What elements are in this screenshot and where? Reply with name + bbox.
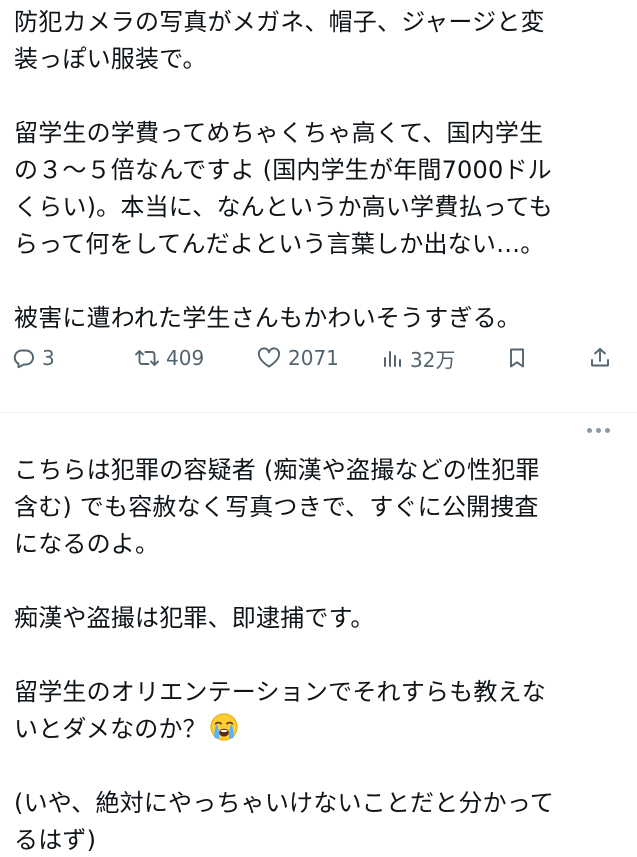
reply-count: 3 bbox=[42, 346, 55, 370]
views-count: 32万 bbox=[410, 347, 456, 372]
tweet-1-blank-line bbox=[14, 78, 624, 115]
like-count: 2071 bbox=[288, 346, 339, 370]
tweet-2-line: 含む) でも容赦なく写真つきで、すぐに公開捜査 bbox=[14, 493, 539, 521]
share-icon bbox=[591, 348, 609, 367]
like-button[interactable]: 2071 bbox=[256, 336, 339, 380]
reply-button[interactable]: 3 bbox=[12, 336, 55, 380]
reply-icon bbox=[13, 349, 34, 369]
tweet-1-line: らって何をしてんだよという言葉しか出ない…。 bbox=[14, 230, 545, 258]
tweet-2-line: 留学生のオリエンテーションでそれすらも教えな bbox=[14, 678, 546, 706]
tweet-1-line: くらい)。本当に、なんというか高い学費払っても bbox=[14, 193, 553, 221]
tweet-action-bar: 3 409 2071 32万 bbox=[12, 336, 622, 380]
tweet-2-header-faded bbox=[14, 420, 434, 442]
like-icon bbox=[257, 347, 281, 368]
tweet-1-line: 被害に遭われた学生さんもかわいそうすぎる。 bbox=[14, 304, 521, 332]
retweet-icon bbox=[135, 350, 159, 366]
tweet-2-line-with-emoji: いとダメなのか？ bbox=[14, 711, 629, 748]
tweet-1-line: 留学生の学費ってめちゃくちゃ高くて、国内学生 bbox=[14, 119, 544, 147]
tweet-2-line: るはず) bbox=[14, 826, 97, 854]
tweet-2-line: いとダメなのか？ bbox=[14, 715, 207, 743]
more-options-icon[interactable] bbox=[580, 422, 616, 438]
tweet-1-blank-line bbox=[14, 263, 624, 300]
thread-view: 防犯カメラの写真がメガネ、帽子、ジャージと変 装っぽい服装で。 留学生の学費って… bbox=[0, 0, 637, 857]
retweet-button[interactable]: 409 bbox=[134, 336, 204, 380]
bookmark-button[interactable] bbox=[506, 336, 528, 380]
tweet-2-line: 痴漢や盗撮は犯罪、即逮捕です。 bbox=[14, 604, 375, 632]
tweet-2-body: こちらは犯罪の容疑者 (痴漢や盗撮などの性犯罪 含む) でも容赦なく写真つきで、… bbox=[14, 452, 629, 857]
loudly-crying-face-emoji bbox=[210, 713, 238, 741]
tweet-divider bbox=[0, 412, 637, 413]
tweet-2-blank-line bbox=[14, 637, 629, 674]
tweet-2-blank-line bbox=[14, 748, 629, 785]
tweet-2-line: (いや、絶対にやっちゃいけないことだと分かって bbox=[14, 789, 555, 817]
tweet-2-line: になるのよ。 bbox=[14, 530, 160, 558]
bookmark-icon bbox=[510, 348, 524, 368]
tweet-1-body: 防犯カメラの写真がメガネ、帽子、ジャージと変 装っぽい服装で。 留学生の学費って… bbox=[14, 4, 624, 337]
views-icon bbox=[384, 351, 401, 367]
tweet-1-line: 防犯カメラの写真がメガネ、帽子、ジャージと変 bbox=[14, 8, 545, 36]
views-button[interactable]: 32万 bbox=[382, 336, 455, 380]
tweet-2-blank-line bbox=[14, 563, 629, 600]
share-button[interactable] bbox=[588, 336, 612, 380]
tweet-1-line: の３～５倍なんですよ (国内学生が年間7000ドル bbox=[14, 156, 552, 184]
tweet-1-line: 装っぽい服装で。 bbox=[14, 45, 207, 73]
retweet-count: 409 bbox=[166, 346, 205, 370]
tweet-2-line: こちらは犯罪の容疑者 (痴漢や盗撮などの性犯罪 bbox=[14, 456, 540, 484]
